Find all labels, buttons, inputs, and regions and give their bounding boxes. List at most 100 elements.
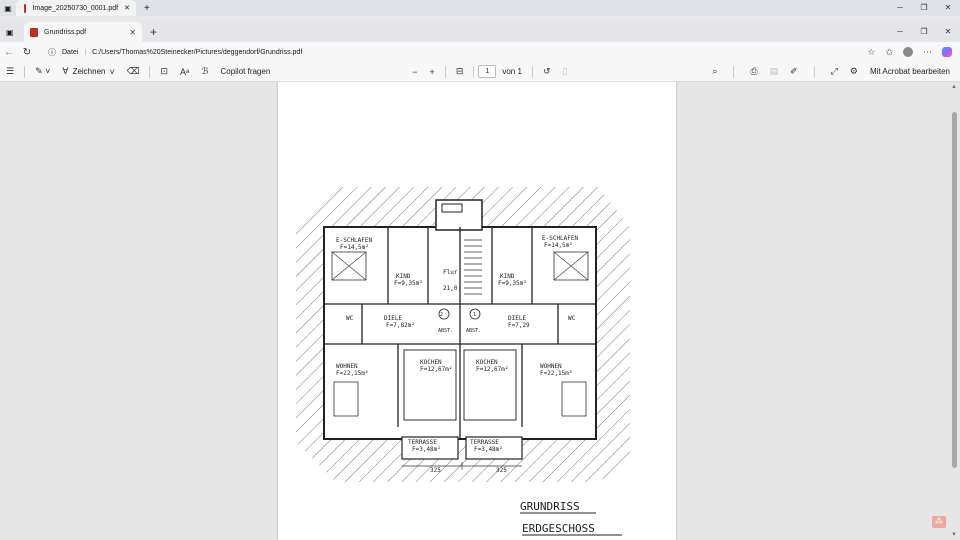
room-area: F=14,5m²: [340, 244, 369, 251]
copilot-button[interactable]: Copilot fragen: [214, 67, 276, 76]
room-area: 21,0: [443, 285, 458, 292]
scroll-down-icon[interactable]: ▼: [950, 532, 958, 538]
room-area: F=9,35m²: [394, 280, 423, 287]
save-icon[interactable]: ▤: [770, 66, 779, 77]
minimize-icon[interactable]: ─: [888, 24, 912, 40]
room-area: F=22,15m²: [336, 370, 369, 377]
scroll-thumb[interactable]: [952, 112, 957, 468]
divider: [813, 65, 815, 78]
more-icon[interactable]: ⋯: [923, 47, 932, 58]
fit-page-icon[interactable]: ⊟: [450, 66, 470, 77]
highlight-icon[interactable]: ✎ ˅: [29, 66, 56, 77]
tab-grundriss[interactable]: Grundriss.pdf ✕: [24, 22, 142, 42]
room-area: F=7,29: [508, 322, 530, 329]
tab-title: Grundriss.pdf: [44, 28, 87, 36]
zoom-out-icon[interactable]: −: [406, 67, 423, 77]
close-window-icon[interactable]: ✕: [936, 0, 960, 16]
refresh-icon[interactable]: ↻: [18, 47, 36, 58]
background-tab-title: Image_20250730_0001.pdf: [32, 4, 119, 12]
minimize-icon[interactable]: ─: [888, 0, 912, 16]
floor-plan-drawing: E-SCHLAFEN F=14,5m² E-SCHLAFEN F=14,5m² …: [296, 187, 630, 536]
new-tab-icon[interactable]: +: [150, 25, 157, 39]
unit-number: 1: [473, 312, 476, 318]
unit-number: 2: [440, 312, 443, 318]
drawing-title: GRUNDRISS: [520, 500, 580, 513]
room-label: KIND: [396, 273, 411, 280]
rotate-icon[interactable]: ↺: [537, 66, 557, 77]
room-label: TERRASSE: [470, 439, 499, 446]
room-label: WOHNEN: [540, 363, 562, 370]
url-field[interactable]: ⓘ Datei | C:/Users/Thomas%20Steinecker/P…: [42, 45, 862, 60]
acrobat-icon[interactable]: ⁂: [932, 516, 946, 528]
address-bar: ← ↻ ⓘ Datei | C:/Users/Thomas%20Steineck…: [0, 42, 960, 62]
room-label: ABST.: [466, 328, 481, 334]
room-area: F=3,48m²: [474, 446, 503, 453]
search-icon[interactable]: ⌕: [712, 66, 717, 77]
save-as-icon[interactable]: ✐: [790, 66, 798, 77]
divider: [24, 65, 26, 78]
background-tab[interactable]: Image_20250730_0001.pdf ✕: [16, 0, 136, 16]
room-area: F=22,15m²: [540, 370, 573, 377]
url-text: C:/Users/Thomas%20Steinecker/Pictures/de…: [92, 48, 303, 56]
url-divider: |: [84, 48, 87, 56]
dimension-label: 325: [430, 467, 441, 474]
two-page-icon[interactable]: ▯: [556, 66, 573, 77]
divider: [149, 65, 151, 78]
room-label: WOHNEN: [336, 363, 358, 370]
room-area: F=12,67m²: [476, 366, 509, 373]
dimension-label: 325: [496, 467, 507, 474]
room-label: TERRASSE: [408, 439, 437, 446]
room-area: F=3,48m²: [412, 446, 441, 453]
profile-avatar[interactable]: [903, 47, 913, 57]
read-aloud-icon[interactable]: Aᵃ: [174, 67, 195, 77]
pdf-file-icon: [30, 27, 38, 37]
page-number-input[interactable]: 1: [478, 65, 497, 78]
divider: [733, 65, 735, 78]
window-controls: ─ ❐ ✕: [888, 24, 960, 40]
scroll-up-icon[interactable]: ▲: [950, 84, 958, 90]
text-box-icon[interactable]: ⊡: [154, 66, 174, 77]
room-label: ABST.: [438, 328, 453, 334]
room-label: DIELE: [508, 315, 526, 322]
tab-bar: ▣ Grundriss.pdf ✕ + ─ ❐ ✕: [0, 22, 960, 42]
info-icon: ⓘ: [48, 47, 56, 57]
draw-button[interactable]: ∀ Zeichnen ˅: [56, 66, 120, 77]
drawing-subtitle: ERDGESCHOSS: [522, 522, 595, 535]
divider: [444, 65, 446, 78]
room-label: KOCHEN: [420, 359, 442, 366]
translate-icon[interactable]: ℬ: [195, 66, 214, 77]
copilot-icon[interactable]: [942, 47, 952, 57]
contents-icon[interactable]: ☰: [0, 66, 20, 77]
room-label: E-SCHLAFEN: [542, 235, 579, 242]
zoom-in-icon[interactable]: +: [424, 67, 441, 77]
tab-actions-icon[interactable]: ▣: [6, 28, 14, 37]
room-area: F=7,82m²: [386, 322, 415, 329]
back-icon[interactable]: ←: [0, 47, 18, 58]
favorites-icon[interactable]: ✩: [885, 47, 893, 58]
acrobat-button[interactable]: Mit Acrobat bearbeiten: [870, 67, 950, 76]
vertical-scrollbar[interactable]: ▲ ▼: [950, 82, 958, 540]
room-label: DIELE: [384, 315, 402, 322]
tab-actions-icon[interactable]: ▣: [0, 4, 16, 13]
close-icon[interactable]: ✕: [124, 4, 130, 12]
divider: [531, 65, 533, 78]
room-area: F=12,67m²: [420, 366, 453, 373]
background-window-controls: ─ ❐ ✕: [888, 0, 960, 16]
maximize-icon[interactable]: ❐: [912, 0, 936, 16]
fullscreen-icon[interactable]: ⤢: [831, 66, 838, 77]
eraser-icon[interactable]: ⌫: [121, 66, 146, 77]
close-icon[interactable]: ✕: [129, 28, 136, 37]
pdf-viewer[interactable]: E-SCHLAFEN F=14,5m² E-SCHLAFEN F=14,5m² …: [0, 82, 960, 540]
room-label: Flur: [443, 269, 458, 276]
background-window-tabstrip: ▣ Image_20250730_0001.pdf ✕ + ─ ❐ ✕: [0, 0, 960, 16]
room-label: E-SCHLAFEN: [336, 237, 373, 244]
new-tab-icon[interactable]: +: [144, 3, 150, 14]
divider: [473, 65, 475, 78]
chevron-down-icon: ˅: [109, 66, 115, 77]
favorite-star-icon[interactable]: ☆: [867, 47, 875, 58]
pdf-toolbar: ☰ ✎ ˅ ∀ Zeichnen ˅ ⌫ ⊡ Aᵃ ℬ Copilot frag…: [0, 62, 960, 82]
print-icon[interactable]: ⎙: [750, 66, 757, 77]
settings-icon[interactable]: ⚙: [850, 66, 858, 77]
maximize-icon[interactable]: ❐: [912, 24, 936, 40]
close-window-icon[interactable]: ✕: [936, 24, 960, 40]
